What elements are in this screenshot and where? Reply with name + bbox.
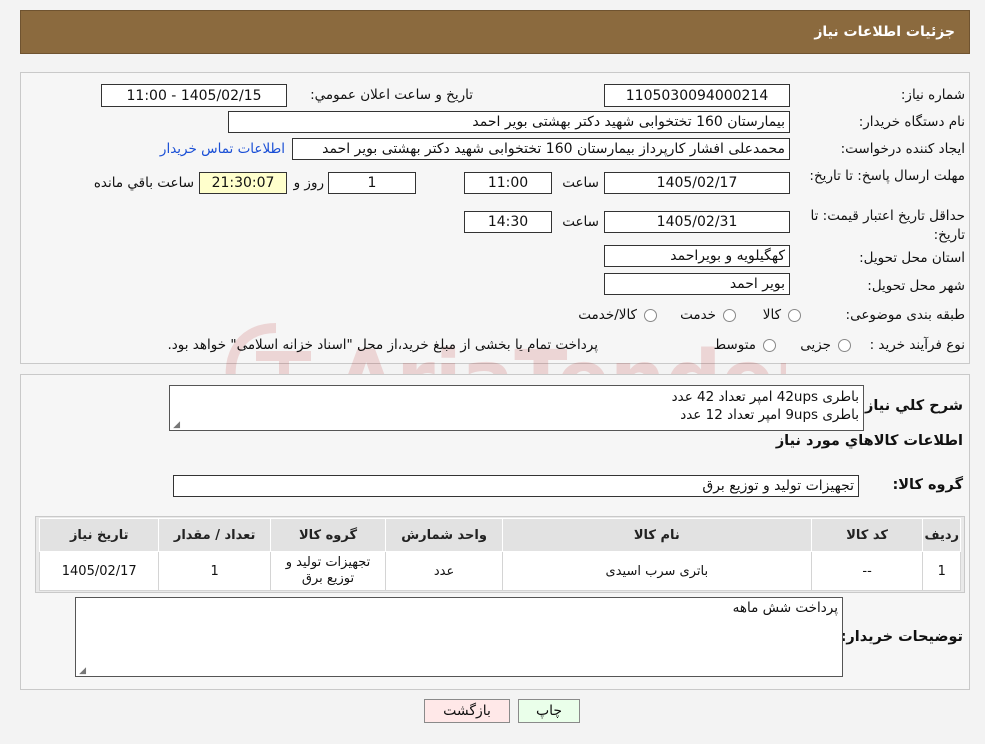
cell-date: 1405/02/17 xyxy=(38,551,160,591)
col-name: نام کالا xyxy=(501,518,812,552)
send-time-field: 11:00 xyxy=(464,172,552,194)
resize-grip-icon[interactable]: ◢ xyxy=(78,667,86,676)
process-radio-minor[interactable] xyxy=(838,339,851,352)
province-field: کهگیلویه و بویراحمد xyxy=(604,245,790,267)
page-header: جزئیات اطلاعات نیاز xyxy=(20,10,970,54)
description-line-2: باطری 9ups امپر تعداد 12 عدد xyxy=(680,407,859,423)
table-row: 1 -- باتری سرب اسیدی عدد تجهیزات تولید و… xyxy=(38,551,961,591)
goods-section-title: اطلاعات کالاهاي مورد نیاز xyxy=(775,433,963,449)
col-qty: تعداد / مقدار xyxy=(158,518,271,552)
city-label: شهر محل تحویل: xyxy=(867,278,965,294)
back-button[interactable]: بازگشت xyxy=(424,699,510,723)
need-info-panel: AriaTender.neT شماره نیاز: 1105030094000… xyxy=(20,72,970,425)
validity-time-label: ساعت xyxy=(562,214,599,230)
cell-qty: 1 xyxy=(158,551,271,591)
days-label: روز و xyxy=(293,175,324,191)
page-title: جزئیات اطلاعات نیاز xyxy=(814,24,955,40)
category-option-goods-service: کالا/خدمت xyxy=(578,307,637,323)
buyer-org-field: بیمارستان 160 تختخوابی شهید دکتر بهشتی ب… xyxy=(228,111,790,133)
col-row: ردیف xyxy=(922,518,961,552)
items-table: ردیف کد کالا نام کالا واحد شمارش گروه کا… xyxy=(38,518,961,591)
days-field: 1 xyxy=(328,172,416,194)
validity-label: حداقل تاریخ اعتبار قیمت: تا تاریخ: xyxy=(810,208,965,243)
col-group: گروه کالا xyxy=(269,518,387,552)
description-label: شرح کلي نیاز: xyxy=(859,398,963,414)
buyer-org-label: نام دستگاه خریدار: xyxy=(858,114,965,130)
buyer-notes-text: پرداخت شش ماهه xyxy=(732,600,838,616)
process-note: پرداخت تمام یا بخشی از مبلغ خرید،از محل … xyxy=(167,337,598,353)
city-field: بویر احمد xyxy=(604,273,790,295)
description-textarea[interactable]: باطری 42ups امپر تعداد 42 عدد باطری 9ups… xyxy=(169,385,864,431)
goods-group-field: تجهیزات تولید و توزیع برق xyxy=(173,475,859,497)
process-label: نوع فرآیند خرید : xyxy=(869,337,965,353)
category-option-goods: کالا xyxy=(762,307,781,323)
remaining-label: ساعت باقي مانده xyxy=(93,175,194,191)
col-code: کد کالا xyxy=(810,518,924,552)
cell-row: 1 xyxy=(922,551,961,591)
details-panel: شرح کلي نیاز: باطری 42ups امپر تعداد 42 … xyxy=(20,374,970,690)
col-date: تاریخ نیاز xyxy=(38,518,160,552)
requester-label: ایجاد کننده درخواست: xyxy=(840,141,965,157)
send-date-field: 1405/02/17 xyxy=(604,172,790,194)
province-label: استان محل تحویل: xyxy=(859,250,965,266)
send-deadline-label: مهلت ارسال پاسخ: تا تاریخ: xyxy=(809,168,965,184)
announce-field: 1405/02/15 - 11:00 xyxy=(101,84,287,107)
resize-grip-icon[interactable]: ◢ xyxy=(172,421,180,430)
process-option-medium: متوسط xyxy=(713,337,756,353)
buyer-contact-link[interactable]: اطلاعات تماس خریدار xyxy=(160,141,285,157)
buyer-notes-textarea[interactable]: پرداخت شش ماهه ◢ xyxy=(75,597,843,677)
need-number-label: شماره نیاز: xyxy=(900,87,965,103)
category-radio-goods[interactable] xyxy=(788,309,801,322)
cell-code: -- xyxy=(810,551,924,591)
col-unit: واحد شمارش xyxy=(385,518,503,552)
requester-field: محمدعلی افشار کارپرداز بیمارستان 160 تخت… xyxy=(292,138,790,160)
need-number-field: 1105030094000214 xyxy=(604,84,790,107)
cell-group: تجهیزات تولید و توزیع برق xyxy=(269,551,387,591)
validity-date-field: 1405/02/31 xyxy=(604,211,790,233)
goods-group-label: گروه کالا: xyxy=(892,477,963,493)
validity-time-field: 14:30 xyxy=(464,211,552,233)
print-button[interactable]: چاپ xyxy=(518,699,580,723)
cell-name: باتری سرب اسیدی xyxy=(501,551,812,591)
process-radio-medium[interactable] xyxy=(763,339,776,352)
send-time-label: ساعت xyxy=(562,175,599,191)
description-line-1: باطری 42ups امپر تعداد 42 عدد xyxy=(671,389,859,405)
category-radio-service[interactable] xyxy=(723,309,736,322)
remaining-time-field: 21:30:07 xyxy=(199,172,287,194)
table-header-row: ردیف کد کالا نام کالا واحد شمارش گروه کا… xyxy=(38,518,961,552)
category-radio-goods-service[interactable] xyxy=(644,309,657,322)
category-label: طبقه بندی موضوعی: xyxy=(845,307,965,323)
buyer-notes-label: توضیحات خریدار: xyxy=(840,629,963,645)
announce-label: تاریخ و ساعت اعلان عمومي: xyxy=(310,87,473,103)
cell-unit: عدد xyxy=(385,551,503,591)
process-option-minor: جزیی xyxy=(800,337,831,353)
category-option-service: خدمت xyxy=(680,307,716,323)
